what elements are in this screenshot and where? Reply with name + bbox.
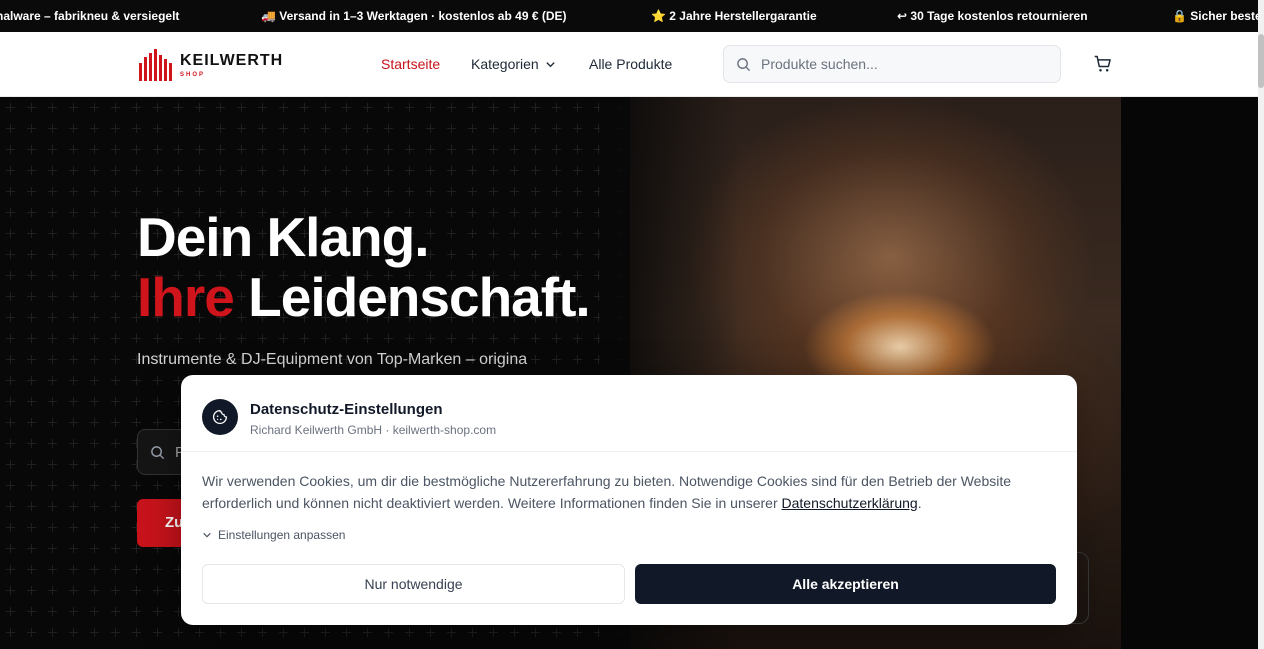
hero-headline-line1: Dein Klang. xyxy=(137,206,430,268)
cart-icon[interactable] xyxy=(1093,54,1113,79)
search-box[interactable] xyxy=(723,45,1061,83)
dialog-subtitle: Richard Keilwerth GmbH · keilwerth-shop.… xyxy=(250,423,497,437)
accept-all-button[interactable]: Alle akzeptieren xyxy=(635,564,1056,604)
dialog-body-end: . xyxy=(917,495,922,511)
ticker-item: 🚚 Versand in 1–3 Werktagen · kostenlos a… xyxy=(261,9,567,23)
site-header: KEILWERTH SHOP Startseite Kategorien All… xyxy=(0,32,1258,97)
logo-sub: SHOP xyxy=(180,72,206,78)
nav-categories[interactable]: Kategorien xyxy=(471,56,556,72)
hero-headline-rest: Leidenschaft. xyxy=(233,266,591,328)
chevron-down-icon xyxy=(203,532,211,538)
privacy-policy-link[interactable]: Datenschutzerklärung xyxy=(782,495,918,511)
ticker-item: ⭐ 2 Jahre Herstellergarantie xyxy=(651,9,817,23)
ticker-item: nalware – fabrikneu & versiegelt xyxy=(0,9,180,23)
search-input[interactable] xyxy=(761,56,1041,72)
search-icon xyxy=(151,445,165,459)
hero-right-panel xyxy=(1121,97,1258,649)
settings-toggle[interactable]: Einstellungen anpassen xyxy=(202,528,345,542)
settings-toggle-label: Einstellungen anpassen xyxy=(218,528,346,542)
necessary-only-button[interactable]: Nur notwendige xyxy=(202,564,625,604)
logo-bars-icon xyxy=(139,49,172,81)
ticker-item: 🔒 Sicher beste xyxy=(1172,9,1258,23)
nav-all-products[interactable]: Alle Produkte xyxy=(589,56,672,72)
scrollbar[interactable] xyxy=(1258,0,1264,649)
search-icon xyxy=(737,57,751,71)
announcement-ticker: nalware – fabrikneu & versiegelt 🚚 Versa… xyxy=(0,0,1258,32)
logo[interactable]: KEILWERTH SHOP xyxy=(139,49,282,81)
logo-name: KEILWERTH xyxy=(180,52,284,69)
chevron-down-icon xyxy=(546,61,555,67)
dialog-divider xyxy=(181,451,1077,452)
hero-headline-accent: Ihre xyxy=(137,266,235,328)
scrollbar-thumb[interactable] xyxy=(1258,34,1264,88)
nav-home[interactable]: Startseite xyxy=(381,56,440,72)
nav-categories-label: Kategorien xyxy=(471,56,539,72)
dialog-title: Datenschutz-Einstellungen xyxy=(250,401,443,418)
dialog-body: Wir verwenden Cookies, um dir die bestmö… xyxy=(202,470,1052,514)
cookie-consent-dialog: Datenschutz-Einstellungen Richard Keilwe… xyxy=(181,375,1077,625)
hero-headline-line2: Ihre Leidenschaft. xyxy=(137,265,591,329)
ticker-item: ↩ 30 Tage kostenlos retournieren xyxy=(897,9,1088,23)
cookie-icon xyxy=(202,399,238,435)
hero-subtitle: Instrumente & DJ-Equipment von Top-Marke… xyxy=(137,351,528,368)
